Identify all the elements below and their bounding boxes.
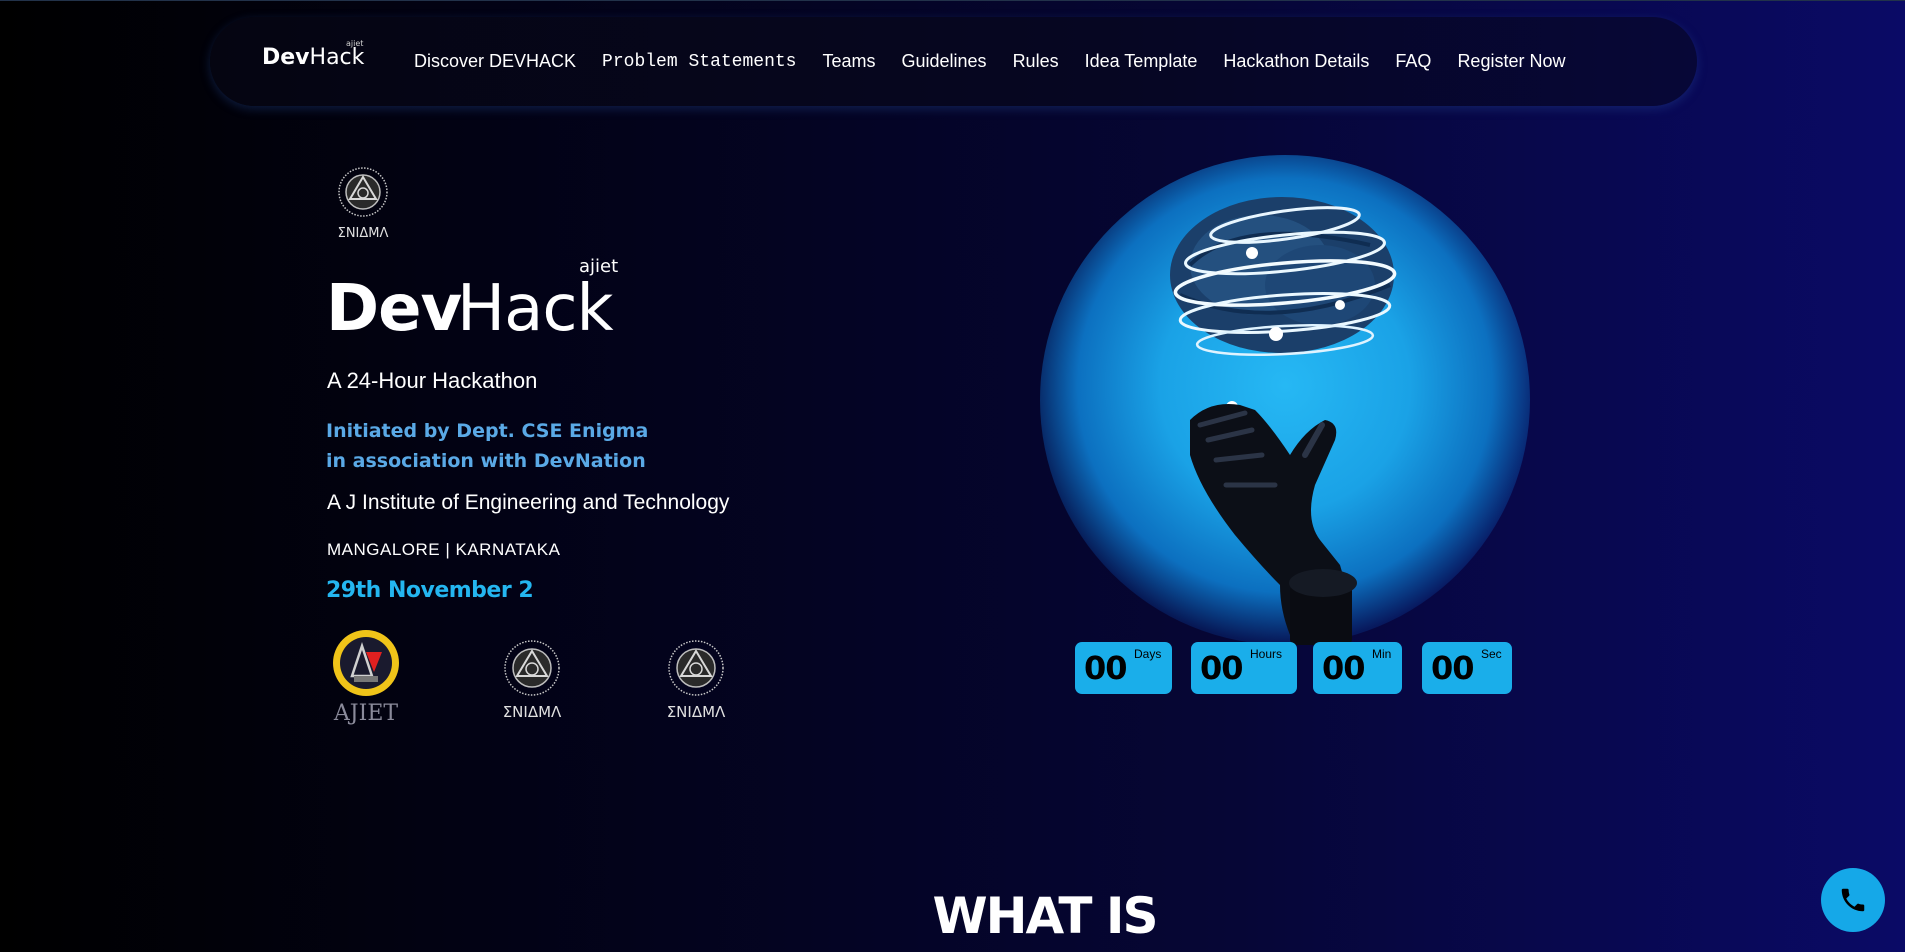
navbar-logo-dev: Dev (262, 45, 310, 70)
countdown-hours-value: 00 (1200, 649, 1244, 687)
enigma-logo-top: ΣNIΔMΛ (330, 165, 396, 241)
what-is-heading: WHAT IS (932, 887, 1159, 945)
section-heading: WHAT IS (0, 887, 1905, 945)
countdown-days: 00 Days (1075, 642, 1172, 694)
hero-location: MANGALORE | KARNATAKA (327, 540, 561, 559)
hero-date: 29th November 2 (326, 578, 534, 603)
nav-menu: Discover DEVHACK Problem Statements Team… (414, 17, 1591, 106)
countdown-days-value: 00 (1084, 649, 1128, 687)
partner-logos: AJIET ΣNIΔMΛ ΣNIΔMΛ (326, 628, 746, 728)
phone-button[interactable] (1821, 868, 1885, 932)
countdown-minutes: 00 Min (1313, 642, 1402, 694)
hero-initiated: Initiated by Dept. CSE Enigma in associa… (326, 416, 648, 476)
navbar-logo-small: ajiet (346, 39, 364, 48)
nav-item-idea-template[interactable]: Idea Template (1085, 51, 1198, 72)
enigma-icon: ΣNIΔMΛ (338, 167, 389, 241)
ajiet-logo: AJIET (326, 628, 406, 726)
hero-title: ajiet Dev Hack (326, 256, 646, 346)
nav-item-teams[interactable]: Teams (822, 51, 875, 72)
nav-item-discover-devhack[interactable]: Discover DEVHACK (414, 51, 576, 72)
countdown-hours-label: Hours (1250, 647, 1283, 661)
robot-hand-brain-icon (1170, 197, 1397, 645)
ajiet-icon: AJIET (333, 630, 399, 726)
nav-item-register-now[interactable]: Register Now (1457, 51, 1565, 72)
hero-subtitle: A 24-Hour Hackathon (327, 368, 538, 393)
phone-icon (1841, 888, 1865, 912)
top-border (0, 0, 1905, 1)
nav-item-rules[interactable]: Rules (1013, 51, 1059, 72)
enigma-logo-1-text: ΣNIΔMΛ (503, 703, 562, 721)
enigma-logo-2: ΣNIΔMΛ (658, 638, 734, 722)
ajiet-logo-text: AJIET (333, 701, 398, 726)
countdown-sec-label: Sec (1481, 647, 1502, 661)
countdown-min-value: 00 (1322, 649, 1366, 687)
countdown-hours: 00 Hours (1191, 642, 1297, 694)
countdown-min-label: Min (1372, 647, 1392, 661)
countdown-seconds: 00 Sec (1422, 642, 1512, 694)
hero-title-hack: Hack (457, 272, 614, 346)
hero-institute: A J Institute of Engineering and Technol… (327, 491, 730, 514)
hero-title-dev: Dev (326, 272, 462, 346)
initiated-line-1: Initiated by Dept. CSE Enigma (326, 420, 649, 442)
enigma-icon: ΣNIΔMΛ (503, 640, 562, 721)
nav-item-hackathon-details[interactable]: Hackathon Details (1223, 51, 1369, 72)
nav-item-faq[interactable]: FAQ (1395, 51, 1431, 72)
enigma-top-text: ΣNIΔMΛ (338, 226, 389, 241)
nav-item-problem-statements[interactable]: Problem Statements (602, 52, 796, 72)
hero-illustration (1040, 155, 1530, 645)
navbar-logo[interactable]: ajiet DevHack (262, 39, 365, 85)
enigma-logo-2-text: ΣNIΔMΛ (667, 703, 726, 721)
enigma-icon: ΣNIΔMΛ (667, 640, 726, 721)
countdown-sec-value: 00 (1431, 649, 1475, 687)
navbar-logo-hack: Hack (309, 45, 365, 70)
countdown-days-label: Days (1134, 647, 1162, 661)
nav-item-guidelines[interactable]: Guidelines (902, 51, 987, 72)
initiated-line-2: in association with DevNation (326, 450, 646, 472)
enigma-logo-1: ΣNIΔMΛ (494, 638, 570, 722)
navbar: ajiet DevHack Discover DEVHACK Problem S… (210, 17, 1697, 106)
